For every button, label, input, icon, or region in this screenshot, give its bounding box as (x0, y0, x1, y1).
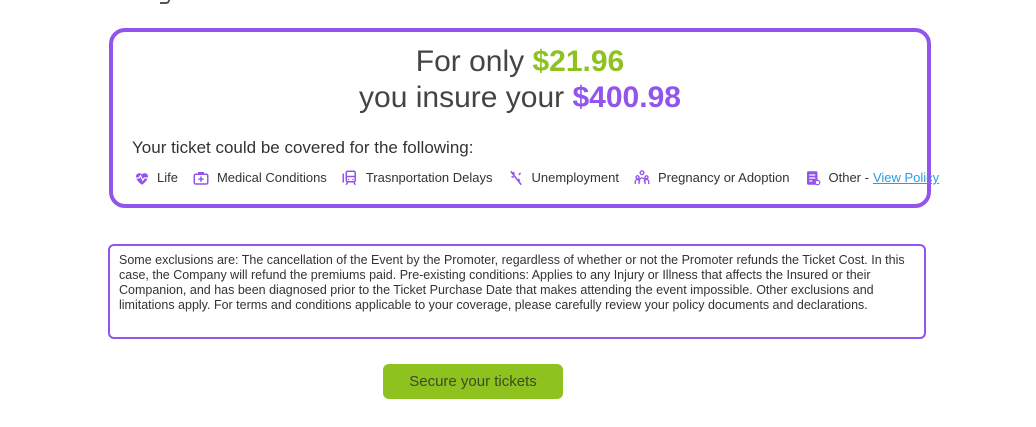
coverage-item-medical: Medical Conditions (192, 168, 327, 187)
partial-glyph (160, 0, 170, 4)
coverage-list: Life Medical Conditions Trasnportation D… (132, 168, 953, 187)
coverage-label: Life (157, 170, 178, 185)
heart-pulse-icon (132, 168, 151, 187)
coverage-item-other: Other - View Policy (803, 168, 939, 187)
insurance-offer-card: For only $21.96 you insure your $400.98 … (109, 28, 939, 208)
coverage-label: Other - (828, 170, 869, 185)
ticket-value: $400.98 (572, 81, 681, 114)
coverage-item-unemployment: Unemployment (507, 168, 619, 187)
coverage-item-transport: Trasnportation Delays (341, 168, 493, 187)
coverage-label: Medical Conditions (216, 170, 327, 185)
family-icon (633, 168, 652, 187)
coverage-label: Trasnportation Delays (365, 170, 493, 185)
offer-headline-value: you insure your $400.98 (113, 80, 927, 116)
offer-headline-premium: For only $21.96 (113, 44, 927, 80)
exclusions-notice: Some exclusions are: The cancellation of… (108, 244, 926, 339)
secure-tickets-button[interactable]: Secure your tickets (383, 364, 563, 399)
unemployment-icon (507, 168, 526, 187)
coverage-label: Pregnancy or Adoption (657, 170, 790, 185)
offer-line1-prefix: For only (415, 45, 533, 78)
coverage-item-life: Life (132, 168, 178, 187)
coverage-label: Unemployment (531, 170, 619, 185)
offer-line2-prefix: you insure your (359, 81, 573, 114)
policy-document-icon (803, 168, 822, 187)
coverage-intro: Your ticket could be covered for the fol… (132, 138, 474, 157)
transport-icon (341, 168, 360, 187)
premium-price: $21.96 (532, 45, 625, 78)
medical-kit-icon (192, 168, 211, 187)
view-policy-link[interactable]: View Policy (873, 170, 939, 185)
coverage-item-pregnancy: Pregnancy or Adoption (633, 168, 790, 187)
